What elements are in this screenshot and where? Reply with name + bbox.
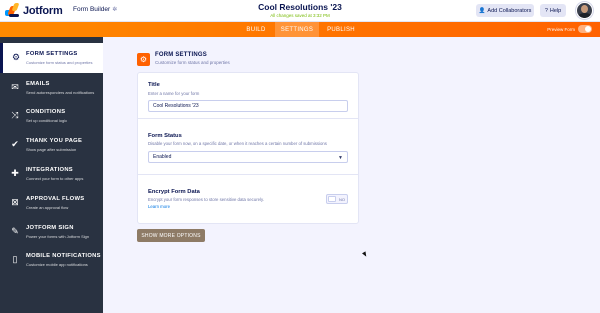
top-header: Jotform Form Builder ✲ Cool Resolutions '…	[0, 0, 600, 22]
preview-form-toggle[interactable]: Preview Form	[547, 25, 592, 33]
title-description: Enter a name for your form	[148, 91, 200, 96]
sidebar-item-title: CONDITIONS	[26, 109, 66, 115]
form-status-setting: Form Status Disable your form now, on a …	[138, 119, 358, 175]
form-status-select[interactable]: Enabled ▼	[148, 151, 348, 163]
sidebar-item-title: EMAILS	[26, 81, 50, 87]
sidebar-item-desc: Customize mobile app notifications	[26, 262, 88, 267]
chevron-down-icon: ✲	[112, 7, 118, 13]
form-status-value: Enabled	[153, 154, 172, 160]
sidebar-item-title: APPROVAL FLOWS	[26, 196, 85, 202]
sidebar-item-emails[interactable]: ✉ EMAILS Send autoresponders and notific…	[0, 73, 103, 103]
toggle-switch[interactable]	[578, 25, 592, 33]
help-button[interactable]: ? Help	[540, 4, 566, 17]
tab-settings[interactable]: SETTINGS	[275, 22, 319, 37]
help-label: Help	[549, 7, 562, 14]
pen-icon: ✎	[11, 226, 19, 236]
section-title: FORM SETTINGS	[155, 52, 207, 58]
avatar[interactable]	[576, 2, 593, 19]
sidebar-item-desc: Show page after submission	[26, 147, 77, 152]
form-builder-label: Form Builder	[73, 6, 111, 13]
tab-build[interactable]: BUILD	[237, 22, 275, 37]
envelope-icon: ✉	[11, 82, 19, 92]
sidebar-item-title: INTEGRATIONS	[26, 167, 73, 173]
jotform-logo-icon	[5, 3, 20, 18]
encrypt-label: Encrypt Form Data	[148, 189, 200, 195]
title-setting: Title Enter a name for your form Cool Re…	[138, 73, 358, 119]
toggle-knob	[328, 196, 336, 202]
shuffle-icon: ⤨	[11, 110, 19, 120]
encrypt-toggle[interactable]: NO	[326, 194, 348, 204]
gear-icon: ⚙	[11, 52, 21, 62]
sidebar-item-conditions[interactable]: ⤨ CONDITIONS Set up conditional logic	[0, 101, 103, 131]
sidebar-item-desc: Customize form status and properties	[26, 60, 93, 65]
sidebar-item-title: THANK YOU PAGE	[26, 138, 83, 144]
add-collaborators-label: Add Collaborators	[487, 7, 532, 14]
section-header: ⚙ FORM SETTINGS Customize form status an…	[137, 51, 230, 67]
caret-down-icon: ▼	[338, 155, 343, 161]
sidebar-item-desc: Connect your form to other apps	[26, 176, 84, 181]
sidebar-item-title: JOTFORM SIGN	[26, 225, 74, 231]
preview-form-label: Preview Form	[547, 26, 575, 32]
sidebar-item-mobile-notifications[interactable]: ▯ MOBILE NOTIFICATIONS Customize mobile …	[0, 245, 103, 275]
section-subtitle: Customize form status and properties	[155, 60, 230, 65]
encrypt-setting: Encrypt Form Data Encrypt your form resp…	[138, 175, 358, 223]
add-collaborators-button[interactable]: 👤 Add Collaborators	[476, 4, 534, 17]
show-more-options-button[interactable]: SHOW MORE OPTIONS	[137, 229, 205, 242]
title-label: Title	[148, 82, 160, 88]
help-icon: ?	[544, 7, 548, 14]
gear-icon: ⚙	[137, 52, 150, 66]
approval-flow-icon: ⊠	[11, 197, 19, 207]
builder-nav: BUILD SETTINGS PUBLISH Preview Form	[0, 22, 600, 37]
learn-more-link[interactable]: Learn more	[148, 204, 170, 209]
puzzle-icon: ✚	[11, 168, 19, 178]
sidebar-item-form-settings[interactable]: ⚙ FORM SETTINGS Customize form status an…	[0, 43, 103, 73]
sidebar-item-title: FORM SETTINGS	[26, 51, 78, 57]
logo-text: Jotform	[23, 4, 63, 17]
add-user-icon: 👤	[478, 7, 486, 14]
form-builder-menu[interactable]: Form Builder ✲	[73, 6, 117, 13]
sidebar-item-integrations[interactable]: ✚ INTEGRATIONS Connect your form to othe…	[0, 159, 103, 189]
encrypt-description: Encrypt your form responses to store sen…	[148, 197, 264, 202]
form-status-label: Form Status	[148, 133, 182, 139]
jotform-logo[interactable]: Jotform	[5, 3, 63, 18]
form-status-description: Disable your form now, on a specific dat…	[148, 141, 327, 146]
phone-icon: ▯	[12, 254, 18, 264]
mouse-cursor-icon	[362, 251, 368, 258]
sidebar-item-desc: Send autoresponders and notifications	[26, 90, 95, 95]
sidebar-item-desc: Set up conditional logic	[26, 118, 68, 123]
sidebar-item-desc: Create an approval flow	[26, 205, 69, 210]
form-title-input[interactable]: Cool Resolutions '23	[148, 100, 348, 112]
sidebar-item-desc: Power your forms with Jotform Sign	[26, 234, 90, 239]
toggle-state: NO	[339, 197, 345, 202]
sidebar-item-jotform-sign[interactable]: ✎ JOTFORM SIGN Power your forms with Jot…	[0, 217, 103, 247]
settings-sidebar: ⚙ FORM SETTINGS Customize form status an…	[0, 37, 103, 313]
check-circle-icon: ✔	[11, 139, 19, 149]
tab-publish[interactable]: PUBLISH	[319, 22, 363, 37]
sidebar-item-title: MOBILE NOTIFICATIONS	[26, 253, 101, 259]
sidebar-item-thank-you-page[interactable]: ✔ THANK YOU PAGE Show page after submiss…	[0, 130, 103, 160]
sidebar-item-approval-flows[interactable]: ⊠ APPROVAL FLOWS Create an approval flow	[0, 188, 103, 218]
settings-card: Title Enter a name for your form Cool Re…	[137, 72, 359, 224]
